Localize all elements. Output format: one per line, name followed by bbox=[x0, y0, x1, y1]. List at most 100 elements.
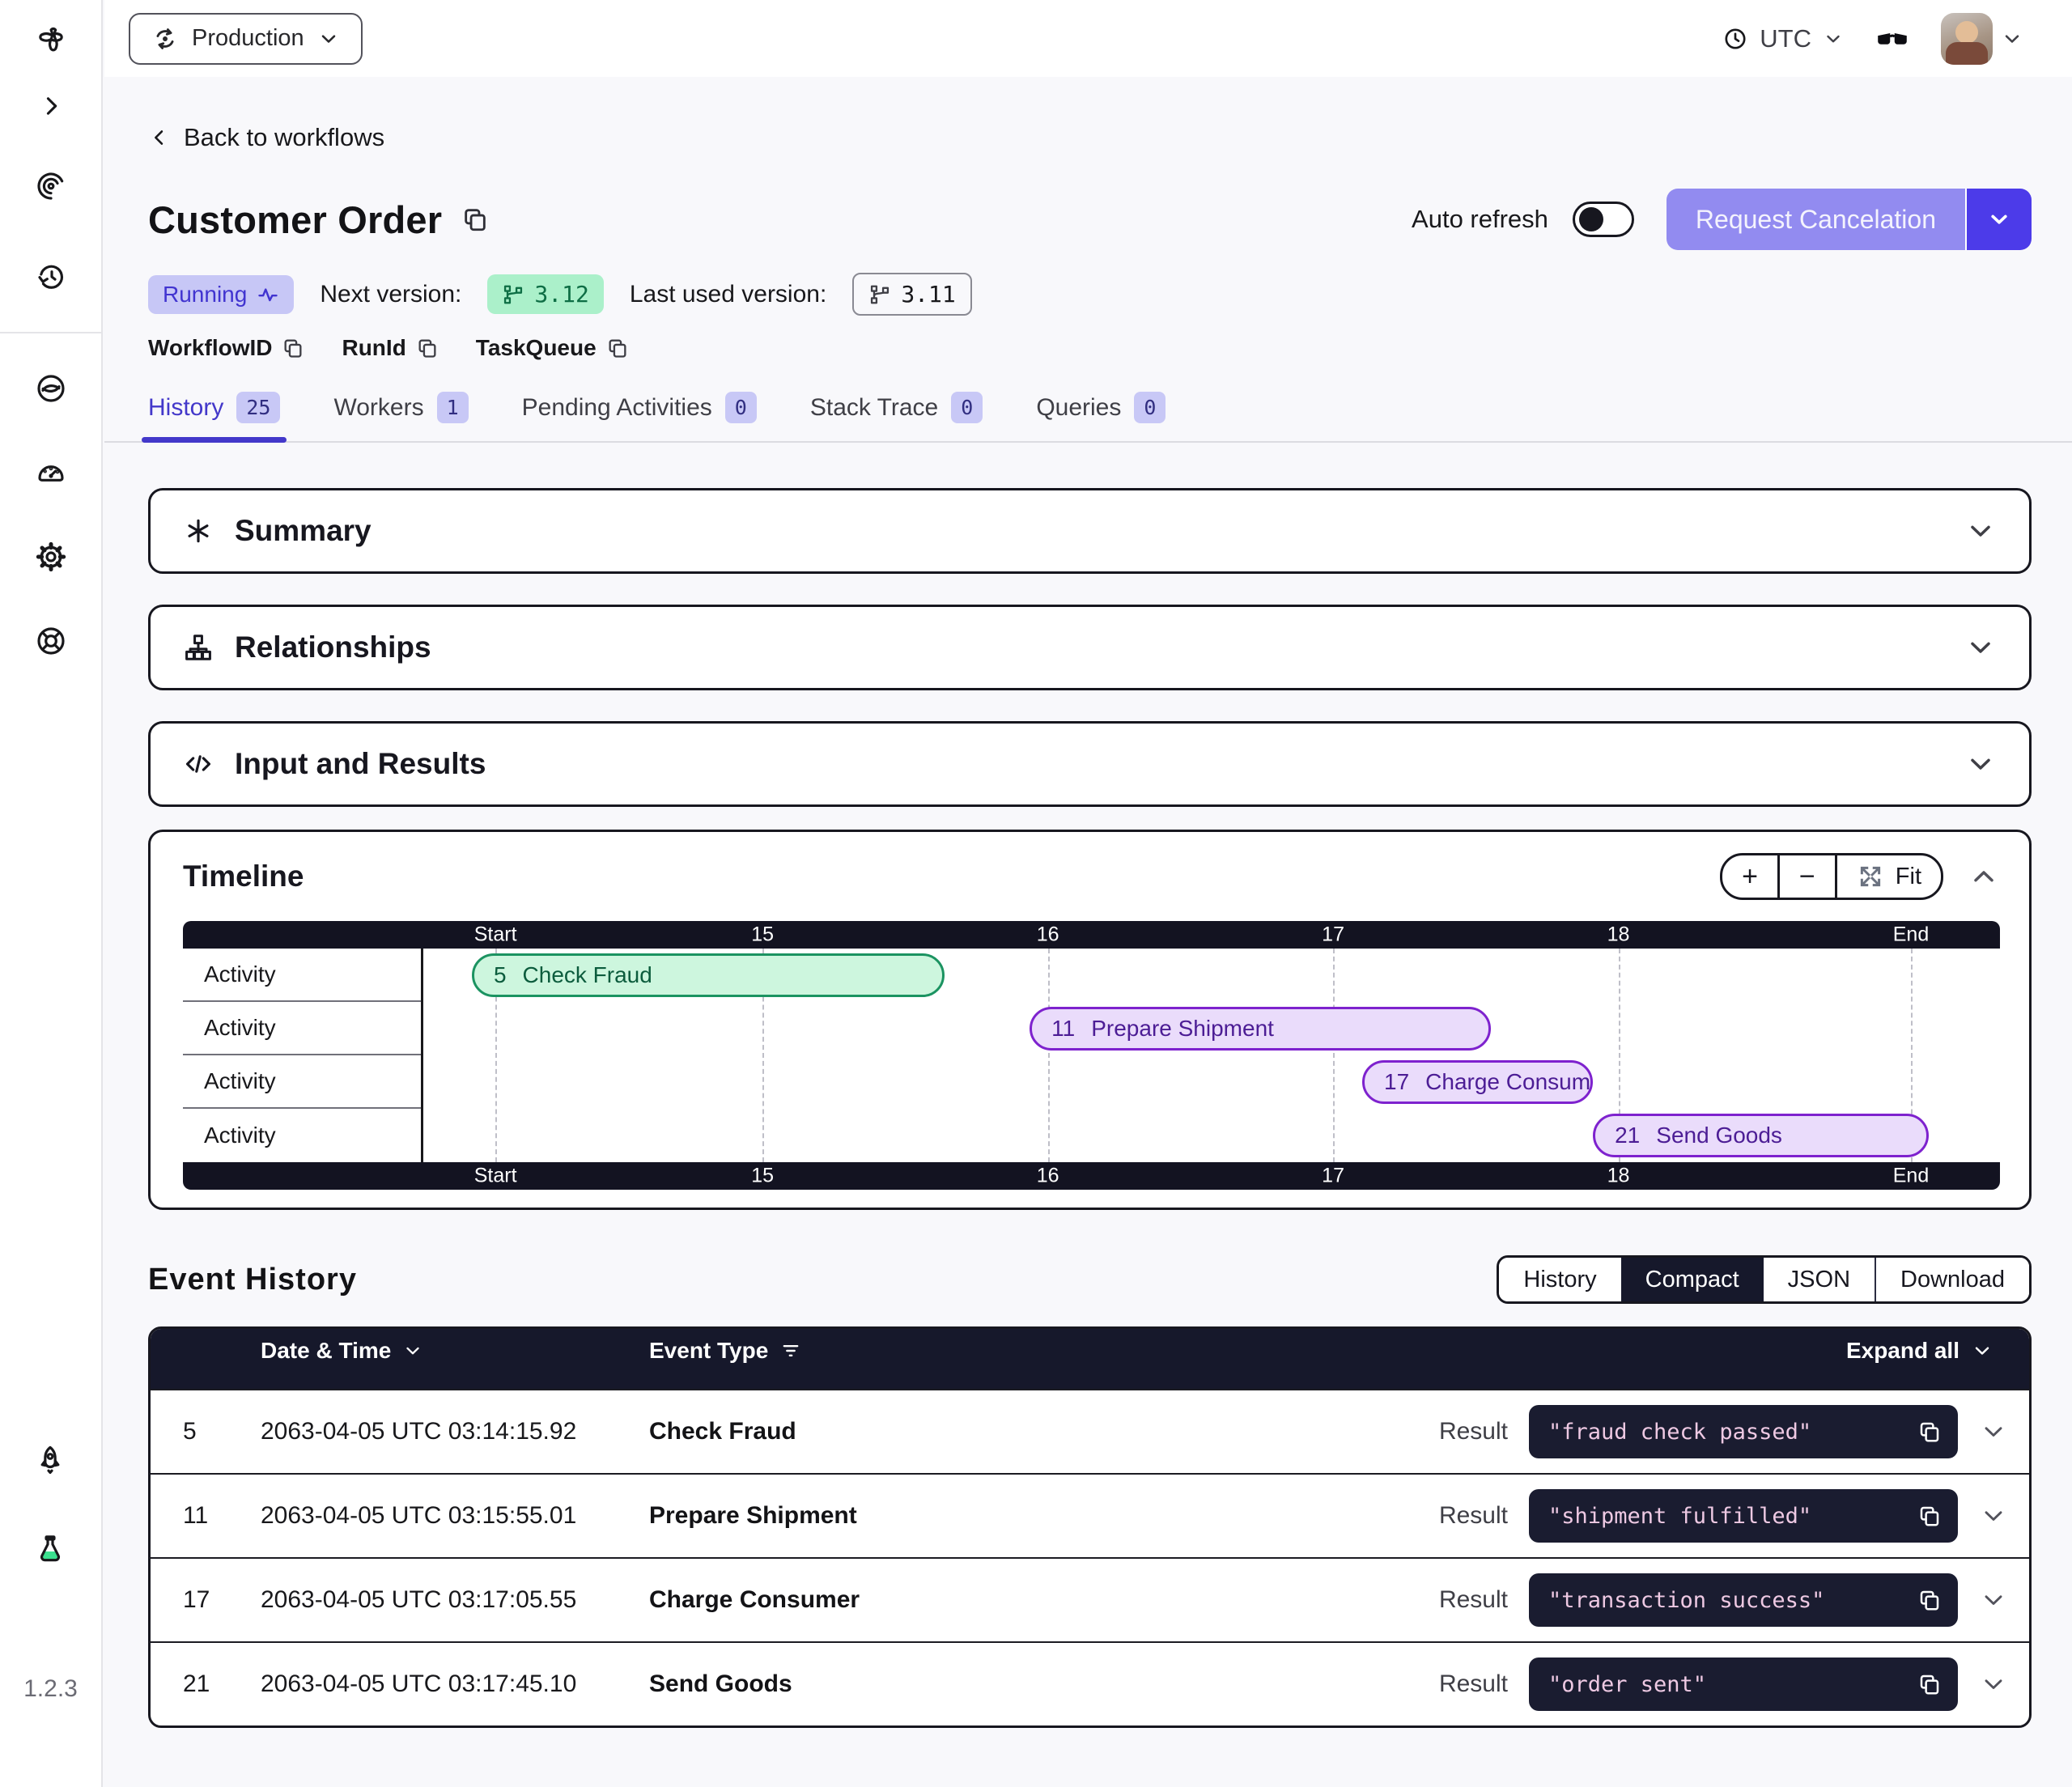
event-row-send-goods[interactable]: 21 2063-04-05 UTC 03:17:45.10 Send Goods… bbox=[151, 1641, 2029, 1725]
timeline-chart: Start 15 16 17 18 End Activity Activity … bbox=[183, 921, 2000, 1190]
chevron-down-icon bbox=[1971, 1339, 1993, 1362]
event-row-prepare-shipment[interactable]: 11 2063-04-05 UTC 03:15:55.01 Prepare Sh… bbox=[151, 1473, 2029, 1557]
task-queue-chip[interactable]: TaskQueue bbox=[476, 335, 629, 361]
user-avatar[interactable] bbox=[1941, 13, 1993, 65]
nexus-icon[interactable] bbox=[35, 372, 67, 405]
labs-flask-icon[interactable] bbox=[34, 1533, 66, 1565]
copy-icon[interactable] bbox=[416, 337, 439, 359]
copy-icon[interactable] bbox=[606, 337, 629, 359]
asterisk-icon bbox=[183, 516, 214, 546]
copy-icon[interactable] bbox=[282, 337, 304, 359]
expand-row-chevron-icon[interactable] bbox=[1958, 1501, 2029, 1530]
bar-label: Prepare Shipment bbox=[1091, 1016, 1274, 1042]
timeline-bar-prepare-shipment[interactable]: 11 Prepare Shipment bbox=[1030, 1007, 1491, 1051]
bar-event-id: 5 bbox=[494, 962, 507, 988]
event-row-check-fraud[interactable]: 5 2063-04-05 UTC 03:14:15.92 Check Fraud… bbox=[151, 1389, 2029, 1473]
input-results-section[interactable]: Input and Results bbox=[148, 721, 2032, 807]
event-row-charge-consumer[interactable]: 17 2063-04-05 UTC 03:17:05.55 Charge Con… bbox=[151, 1557, 2029, 1641]
last-used-version-value: 3.11 bbox=[901, 281, 955, 308]
copy-icon[interactable] bbox=[1917, 1420, 1942, 1444]
section-title: Summary bbox=[235, 514, 372, 548]
tab-pending-activities[interactable]: Pending Activities 0 bbox=[522, 392, 757, 441]
timeline-bar-send-goods[interactable]: 21 Send Goods bbox=[1593, 1114, 1929, 1157]
sidebar: 1.2.3 bbox=[0, 0, 103, 1787]
sitemap-icon bbox=[183, 632, 214, 663]
event-id: 17 bbox=[183, 1586, 261, 1614]
datetime-column-header[interactable]: Date & Time bbox=[261, 1338, 649, 1364]
event-datetime: 2063-04-05 UTC 03:14:15.92 bbox=[261, 1418, 649, 1445]
auto-refresh-toggle[interactable] bbox=[1573, 202, 1634, 237]
axis-label: 18 bbox=[1607, 1165, 1630, 1188]
status-label: Running bbox=[163, 282, 247, 308]
gridline bbox=[1048, 949, 1050, 1162]
zoom-out-button[interactable]: − bbox=[1777, 855, 1835, 898]
page-title: Customer Order bbox=[148, 197, 442, 242]
timezone-label: UTC bbox=[1760, 24, 1811, 53]
chevron-down-icon[interactable] bbox=[1964, 631, 1997, 664]
request-cancelation-button[interactable]: Request Cancelation bbox=[1667, 189, 1965, 250]
pulse-icon bbox=[257, 283, 279, 306]
copy-title-icon[interactable] bbox=[461, 206, 489, 233]
fit-button[interactable]: Fit bbox=[1835, 855, 1941, 898]
axis-label: 15 bbox=[751, 1165, 774, 1188]
support-lifebuoy-icon[interactable] bbox=[35, 625, 67, 657]
usage-meter-icon[interactable] bbox=[35, 456, 67, 489]
tab-workers[interactable]: Workers 1 bbox=[333, 392, 468, 441]
sidebar-expand-icon[interactable] bbox=[37, 92, 65, 120]
last-used-version-label: Last used version: bbox=[630, 281, 826, 308]
chevron-down-icon[interactable] bbox=[1964, 748, 1997, 780]
temporal-logo-icon[interactable] bbox=[35, 26, 67, 58]
sidebar-divider bbox=[0, 332, 102, 333]
tab-queries[interactable]: Queries 0 bbox=[1036, 392, 1166, 441]
event-datetime: 2063-04-05 UTC 03:15:55.01 bbox=[261, 1502, 649, 1530]
expand-row-chevron-icon[interactable] bbox=[1958, 1670, 2029, 1699]
expand-row-chevron-icon[interactable] bbox=[1958, 1417, 2029, 1446]
copy-icon[interactable] bbox=[1917, 1504, 1942, 1528]
chevron-up-icon[interactable] bbox=[1968, 860, 2000, 893]
schedules-icon[interactable] bbox=[35, 261, 67, 293]
filter-icon[interactable] bbox=[779, 1339, 802, 1362]
event-type-column-header[interactable]: Event Type bbox=[649, 1338, 1846, 1364]
workflows-icon[interactable] bbox=[35, 170, 67, 202]
workflow-id-chip[interactable]: WorkflowID bbox=[148, 335, 304, 361]
zoom-in-button[interactable]: + bbox=[1722, 855, 1777, 898]
chevron-down-icon[interactable] bbox=[2001, 28, 2023, 50]
tab-count-badge: 1 bbox=[437, 392, 469, 423]
event-id: 5 bbox=[183, 1418, 261, 1445]
tab-stack-trace[interactable]: Stack Trace 0 bbox=[810, 392, 983, 441]
event-type: Prepare Shipment bbox=[649, 1502, 1439, 1530]
chevron-down-icon[interactable] bbox=[1964, 515, 1997, 547]
timeline-bar-check-fraud[interactable]: 5 Check Fraud bbox=[472, 953, 945, 997]
row-label: Activity bbox=[183, 1055, 421, 1109]
bar-event-id: 17 bbox=[1384, 1069, 1409, 1095]
environment-selector[interactable]: Production bbox=[129, 13, 363, 65]
copy-icon[interactable] bbox=[1917, 1588, 1942, 1612]
whats-new-rocket-icon[interactable] bbox=[34, 1444, 66, 1476]
timeline-axis-top: Start 15 16 17 18 End bbox=[183, 921, 2000, 949]
expand-all-button[interactable]: Expand all bbox=[1846, 1338, 2029, 1364]
tab-history[interactable]: History 25 bbox=[148, 392, 280, 441]
cancelation-menu-button[interactable] bbox=[1965, 189, 2032, 250]
expand-row-chevron-icon[interactable] bbox=[1958, 1585, 2029, 1615]
axis-label: 16 bbox=[1037, 923, 1059, 947]
environment-cycle-icon bbox=[151, 25, 179, 53]
event-id: 21 bbox=[183, 1670, 261, 1698]
dev-mode-glasses-icon[interactable] bbox=[1875, 21, 1910, 57]
axis-label: 17 bbox=[1322, 923, 1344, 947]
timezone-selector[interactable]: UTC bbox=[1722, 24, 1844, 53]
download-button[interactable]: Download bbox=[1875, 1258, 2029, 1301]
run-id-chip[interactable]: RunId bbox=[342, 335, 438, 361]
view-history-button[interactable]: History bbox=[1499, 1258, 1620, 1301]
view-json-button[interactable]: JSON bbox=[1764, 1258, 1875, 1301]
timeline-bar-charge-consumer[interactable]: 17 Charge Consumer bbox=[1362, 1060, 1593, 1104]
copy-icon[interactable] bbox=[1917, 1672, 1942, 1696]
tab-count-badge: 0 bbox=[725, 392, 757, 423]
back-to-workflows-link[interactable]: Back to workflows bbox=[148, 123, 384, 152]
git-branch-icon bbox=[502, 283, 524, 306]
settings-gear-icon[interactable] bbox=[35, 541, 67, 573]
relationships-section[interactable]: Relationships bbox=[148, 605, 2032, 690]
last-used-version-badge: 3.11 bbox=[852, 273, 971, 316]
summary-section[interactable]: Summary bbox=[148, 488, 2032, 574]
view-compact-button[interactable]: Compact bbox=[1621, 1258, 1764, 1301]
axis-label: Start bbox=[474, 1165, 517, 1188]
